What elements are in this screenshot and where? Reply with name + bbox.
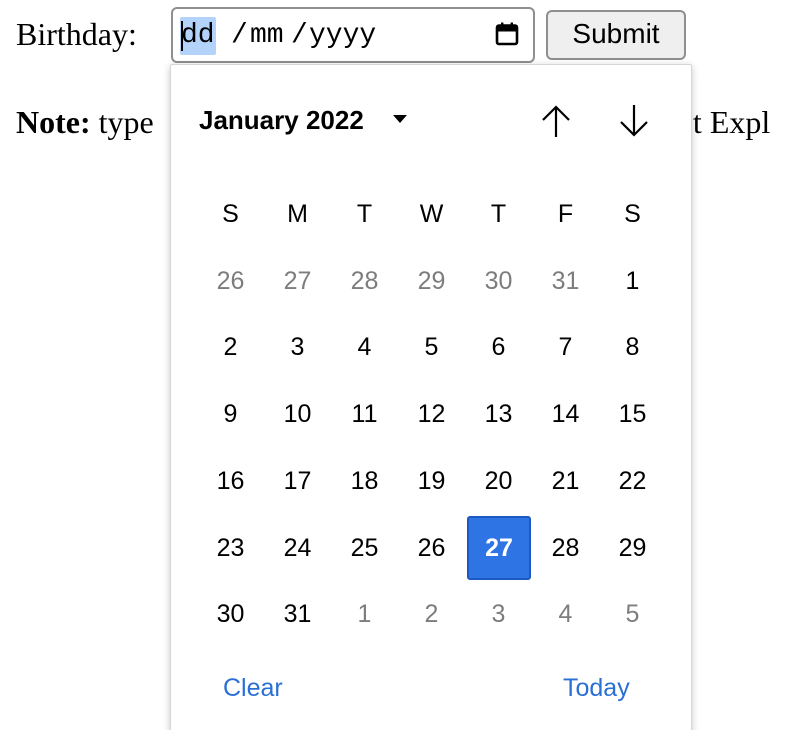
day-cell[interactable]: 4 bbox=[532, 586, 599, 642]
previous-month-button[interactable] bbox=[536, 101, 576, 141]
day-cell[interactable]: 2 bbox=[398, 586, 465, 642]
day-cell[interactable]: 4 bbox=[331, 319, 398, 375]
month-segment[interactable]: mm bbox=[250, 17, 284, 55]
day-cell[interactable]: 15 bbox=[599, 386, 666, 442]
month-year-selector[interactable]: January 2022 bbox=[199, 103, 364, 137]
note-text-end: et Expl bbox=[678, 104, 771, 140]
day-cell[interactable]: 9 bbox=[197, 386, 264, 442]
week-row: 26 27 28 29 30 31 1 bbox=[197, 253, 667, 309]
day-cell[interactable]: 16 bbox=[197, 453, 264, 509]
day-cell[interactable]: 30 bbox=[197, 586, 264, 642]
week-row: 23 24 25 26 27 28 29 bbox=[197, 516, 667, 580]
day-cell[interactable]: 31 bbox=[264, 586, 331, 642]
day-cell[interactable]: 13 bbox=[465, 386, 532, 442]
day-cell[interactable]: 22 bbox=[599, 453, 666, 509]
day-cell-selected[interactable]: 27 bbox=[467, 516, 531, 580]
weekday-label: S bbox=[624, 200, 641, 228]
note-label: Note: bbox=[16, 104, 91, 140]
week-row: 16 17 18 19 20 21 22 bbox=[197, 453, 667, 509]
caret-down-icon[interactable] bbox=[393, 115, 407, 123]
day-cell[interactable]: 24 bbox=[264, 520, 331, 576]
day-cell[interactable]: 30 bbox=[465, 253, 532, 309]
day-cell[interactable]: 31 bbox=[532, 253, 599, 309]
weekday-label: T bbox=[356, 200, 373, 228]
day-cell[interactable]: 11 bbox=[331, 386, 398, 442]
note-text-start: type bbox=[98, 104, 154, 140]
day-cell[interactable]: 12 bbox=[398, 386, 465, 442]
weekday-label: T bbox=[490, 200, 507, 228]
day-cell[interactable]: 29 bbox=[398, 253, 465, 309]
day-cell[interactable]: 26 bbox=[398, 520, 465, 576]
submit-button[interactable]: Submit bbox=[546, 10, 686, 60]
next-month-button[interactable] bbox=[614, 101, 654, 141]
day-cell[interactable]: 7 bbox=[532, 319, 599, 375]
text-caret bbox=[181, 21, 183, 51]
date-separator: / bbox=[231, 20, 248, 51]
day-cell[interactable]: 28 bbox=[532, 520, 599, 576]
calendar-icon bbox=[495, 22, 519, 46]
day-cell[interactable]: 19 bbox=[398, 453, 465, 509]
day-cell[interactable]: 14 bbox=[532, 386, 599, 442]
day-cell[interactable]: 26 bbox=[197, 253, 264, 309]
day-cell[interactable]: 27 bbox=[264, 253, 331, 309]
day-cell[interactable]: 1 bbox=[331, 586, 398, 642]
day-cell[interactable]: 29 bbox=[599, 520, 666, 576]
date-separator: / bbox=[291, 20, 308, 51]
arrow-down-icon bbox=[620, 105, 648, 137]
day-cell[interactable]: 25 bbox=[331, 520, 398, 576]
day-cell[interactable]: 2 bbox=[197, 319, 264, 375]
weekday-label: W bbox=[419, 200, 444, 228]
weekday-label: S bbox=[222, 200, 239, 228]
birthday-date-input[interactable]: dd / mm / yyyy bbox=[171, 7, 535, 63]
week-row: 2345678 bbox=[197, 319, 667, 375]
calendar-picker-button[interactable] bbox=[491, 18, 523, 52]
day-cell[interactable]: 21 bbox=[532, 453, 599, 509]
year-segment[interactable]: yyyy bbox=[309, 17, 376, 55]
day-cell[interactable]: 20 bbox=[465, 453, 532, 509]
day-cell[interactable]: 6 bbox=[465, 319, 532, 375]
weekday-label: M bbox=[287, 200, 308, 228]
day-cell[interactable]: 18 bbox=[331, 453, 398, 509]
arrow-up-icon bbox=[542, 105, 570, 137]
day-segment[interactable]: dd bbox=[180, 17, 216, 55]
week-row: 9 10 11 12 13 14 15 bbox=[197, 386, 667, 442]
day-cell[interactable]: 5 bbox=[398, 319, 465, 375]
day-cell[interactable]: 5 bbox=[599, 586, 666, 642]
day-cell[interactable]: 10 bbox=[264, 386, 331, 442]
day-cell[interactable]: 17 bbox=[264, 453, 331, 509]
day-cell[interactable]: 28 bbox=[331, 253, 398, 309]
day-cell[interactable]: 1 bbox=[599, 253, 666, 309]
today-button[interactable]: Today bbox=[563, 671, 630, 705]
day-cell[interactable]: 3 bbox=[264, 319, 331, 375]
birthday-label: Birthday: bbox=[16, 16, 137, 52]
week-row: 30 31 1 2 3 4 5 bbox=[197, 586, 667, 642]
clear-button[interactable]: Clear bbox=[223, 671, 283, 705]
day-cell[interactable]: 23 bbox=[197, 520, 264, 576]
calendar-popup: January 2022 S M T W T F S 26 27 28 29 30 31 1… bbox=[170, 64, 692, 730]
weekday-label: F bbox=[557, 200, 574, 228]
weekday-header-row: S M T W T F S bbox=[197, 186, 667, 242]
day-cell[interactable]: 8 bbox=[599, 319, 666, 375]
day-cell[interactable]: 3 bbox=[465, 586, 532, 642]
